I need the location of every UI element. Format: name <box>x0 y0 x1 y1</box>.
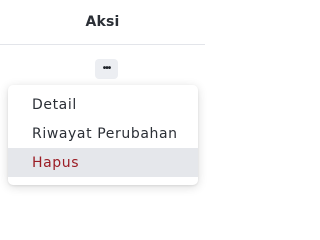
menu-item-detail[interactable]: Detail <box>8 90 198 119</box>
more-horizontal-icon: ••• <box>102 63 111 74</box>
table-actions-column: Aksi ••• Detail Riwayat Perubahan Hapus <box>0 0 205 202</box>
column-header-aksi: Aksi <box>85 14 120 30</box>
actions-dropdown-menu: Detail Riwayat Perubahan Hapus <box>8 85 198 185</box>
menu-item-hapus[interactable]: Hapus <box>8 148 198 177</box>
more-actions-button[interactable]: ••• <box>95 59 118 79</box>
menu-item-riwayat-perubahan[interactable]: Riwayat Perubahan <box>8 119 198 148</box>
table-header-cell: Aksi <box>0 0 205 45</box>
